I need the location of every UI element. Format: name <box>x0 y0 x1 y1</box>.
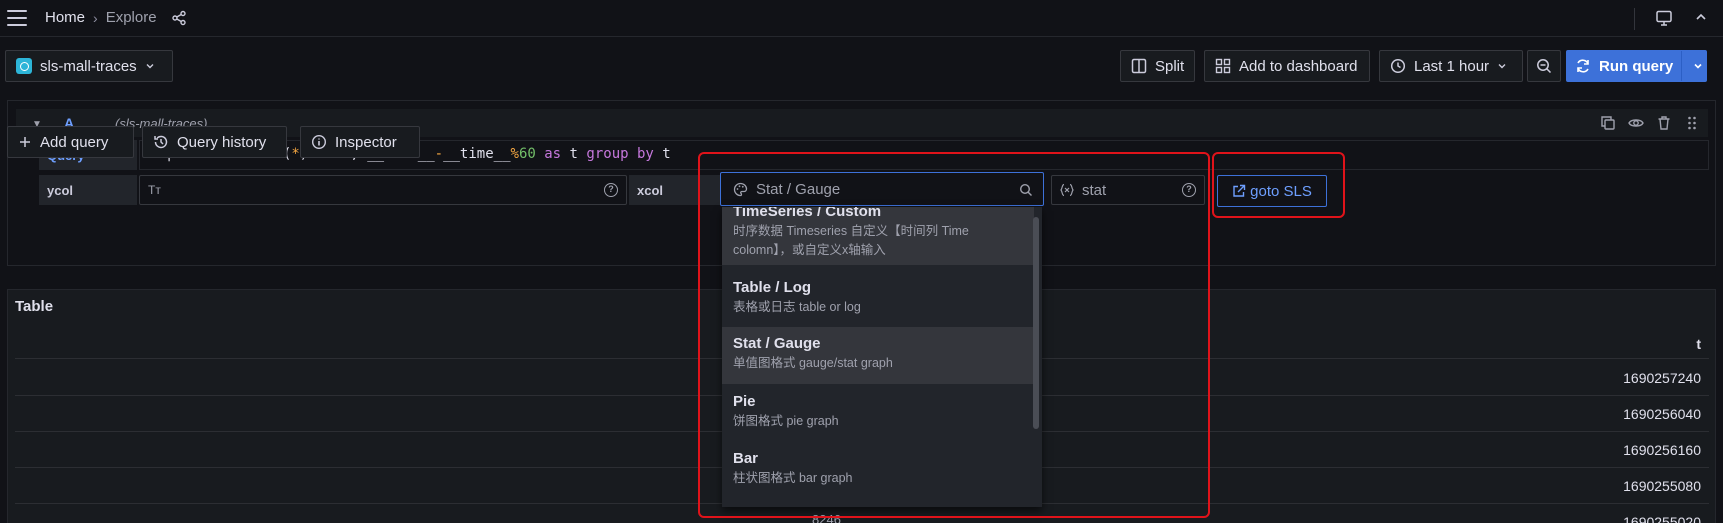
stat-value: stat <box>1082 181 1107 199</box>
inspector-button[interactable]: Inspector <box>300 126 420 158</box>
table-cell: 1690255020 <box>1623 514 1701 523</box>
option-desc: 时序数据 Timeseries 自定义【时间列 Time colomn】，或自定… <box>733 224 969 257</box>
code-token: t <box>653 146 671 162</box>
divider <box>1634 8 1635 30</box>
inspector-label: Inspector <box>335 133 397 151</box>
panel-title: Table <box>15 298 54 315</box>
breadcrumb-explore: Explore <box>105 9 157 26</box>
text-type-icon: Tт <box>148 183 161 197</box>
xcol-label: xcol <box>629 175 723 205</box>
help-icon[interactable]: ? <box>604 183 618 197</box>
trash-icon[interactable] <box>1656 115 1672 131</box>
drag-handle-icon[interactable] <box>1684 115 1700 131</box>
add-query-label: Add query <box>40 133 109 151</box>
time-range-label: Last 1 hour <box>1414 57 1490 75</box>
option-desc: 表格或日志 table or log <box>733 300 861 314</box>
code-token: * <box>291 146 300 162</box>
option-desc: 柱状图格式 bar graph <box>733 471 853 485</box>
menu-option-table-log[interactable]: Table / Log 表格或日志 table or log <box>722 279 1034 329</box>
table-cell: 1690256040 <box>1623 406 1701 422</box>
table-cell: 1690257240 <box>1623 370 1701 386</box>
split-icon <box>1131 58 1147 74</box>
menu-option-pie[interactable]: Pie 饼图格式 pie graph <box>722 393 1034 443</box>
datasource-picker[interactable]: sls-mall-traces <box>5 50 173 82</box>
run-query-button[interactable]: Run query <box>1566 50 1707 82</box>
datasource-logo-icon <box>16 58 32 74</box>
code-token: 60 <box>518 146 536 162</box>
copy-icon[interactable] <box>1600 115 1616 131</box>
breadcrumb-home[interactable]: Home <box>45 9 85 26</box>
query-history-label: Query history <box>177 133 267 151</box>
breadcrumb: Home › Explore <box>45 9 187 26</box>
stat-variable-input[interactable]: stat ? <box>1051 175 1205 205</box>
refresh-icon <box>1577 59 1589 73</box>
help-icon[interactable]: ? <box>1182 183 1196 197</box>
option-title: Pie <box>733 393 756 410</box>
code-token: % <box>510 146 519 162</box>
search-icon <box>1019 183 1032 196</box>
ycol-label: ycol <box>39 175 137 205</box>
chevron-up-icon[interactable] <box>1694 10 1708 24</box>
split-button[interactable]: Split <box>1120 50 1195 82</box>
chevron-down-icon <box>146 64 154 69</box>
column-header-t[interactable]: t <box>1696 336 1701 352</box>
datasource-name: sls-mall-traces <box>40 57 137 75</box>
option-title: Bar <box>733 450 759 467</box>
chevron-down-icon[interactable] <box>1693 61 1703 71</box>
zoom-out-button[interactable] <box>1527 50 1561 82</box>
query-history-button[interactable]: Query history <box>142 126 287 158</box>
apps-icon <box>1215 58 1231 74</box>
split-label: Split <box>1155 57 1185 75</box>
menu-scrollbar[interactable] <box>1033 217 1039 429</box>
option-title: Stat / Gauge <box>733 335 821 352</box>
top-nav-bar: Home › Explore <box>0 0 1723 37</box>
option-title: TimeSeries / Custom <box>733 207 882 220</box>
breadcrumb-separator: › <box>93 9 98 26</box>
menu-icon[interactable] <box>7 10 27 26</box>
ycol-input[interactable]: Tт ? <box>139 175 627 205</box>
monitor-icon[interactable] <box>1655 9 1673 27</box>
plus-icon <box>20 137 30 147</box>
menu-option-timeseries[interactable]: TimeSeries / Custom 时序数据 Timeseries 自定义【… <box>722 207 1034 265</box>
code-token: group by <box>586 146 654 162</box>
table-cell: 1690255080 <box>1623 478 1701 494</box>
code-token: __time__ <box>443 146 511 162</box>
menu-option-bar[interactable]: Bar 柱状图格式 bar graph <box>722 450 1034 500</box>
menu-option-stat-gauge[interactable]: Stat / Gauge 单值图格式 gauge/stat graph <box>722 327 1034 384</box>
zoom-out-icon <box>1537 59 1552 74</box>
graph-type-menu: TimeSeries / Custom 时序数据 Timeseries 自定义【… <box>722 207 1042 507</box>
code-token: t <box>561 146 587 162</box>
share-icon[interactable] <box>171 10 187 26</box>
add-to-dashboard-button[interactable]: Add to dashboard <box>1204 50 1370 82</box>
eye-icon[interactable] <box>1628 115 1644 131</box>
info-circle-icon <box>311 134 327 150</box>
table-cell: 1690256160 <box>1623 442 1701 458</box>
palette-icon <box>733 182 748 196</box>
add-query-button[interactable]: Add query <box>7 126 134 158</box>
goto-sls-button[interactable]: goto SLS <box>1217 175 1327 207</box>
clock-icon <box>1390 58 1406 74</box>
variable-icon <box>1060 183 1074 197</box>
add-to-dashboard-label: Add to dashboard <box>1239 57 1358 75</box>
option-desc: 单值图格式 gauge/stat graph <box>733 356 893 370</box>
query-row-actions <box>1600 115 1700 131</box>
code-token: - <box>434 146 444 162</box>
time-range-picker[interactable]: Last 1 hour <box>1379 50 1523 82</box>
goto-sls-label: goto SLS <box>1250 182 1312 200</box>
history-icon <box>154 135 168 149</box>
graph-type-select[interactable]: Stat / Gauge <box>720 172 1044 206</box>
option-title: Table / Log <box>733 279 812 296</box>
run-query-label: Run query <box>1599 57 1674 75</box>
code-token: as <box>544 146 562 162</box>
option-desc: 饼图格式 pie graph <box>733 414 839 428</box>
graph-type-placeholder: Stat / Gauge <box>756 180 841 198</box>
partial-cell-value: 8246 <box>812 512 841 523</box>
external-link-icon <box>1233 184 1246 197</box>
divider <box>1681 51 1682 81</box>
chevron-down-icon <box>1498 64 1506 69</box>
